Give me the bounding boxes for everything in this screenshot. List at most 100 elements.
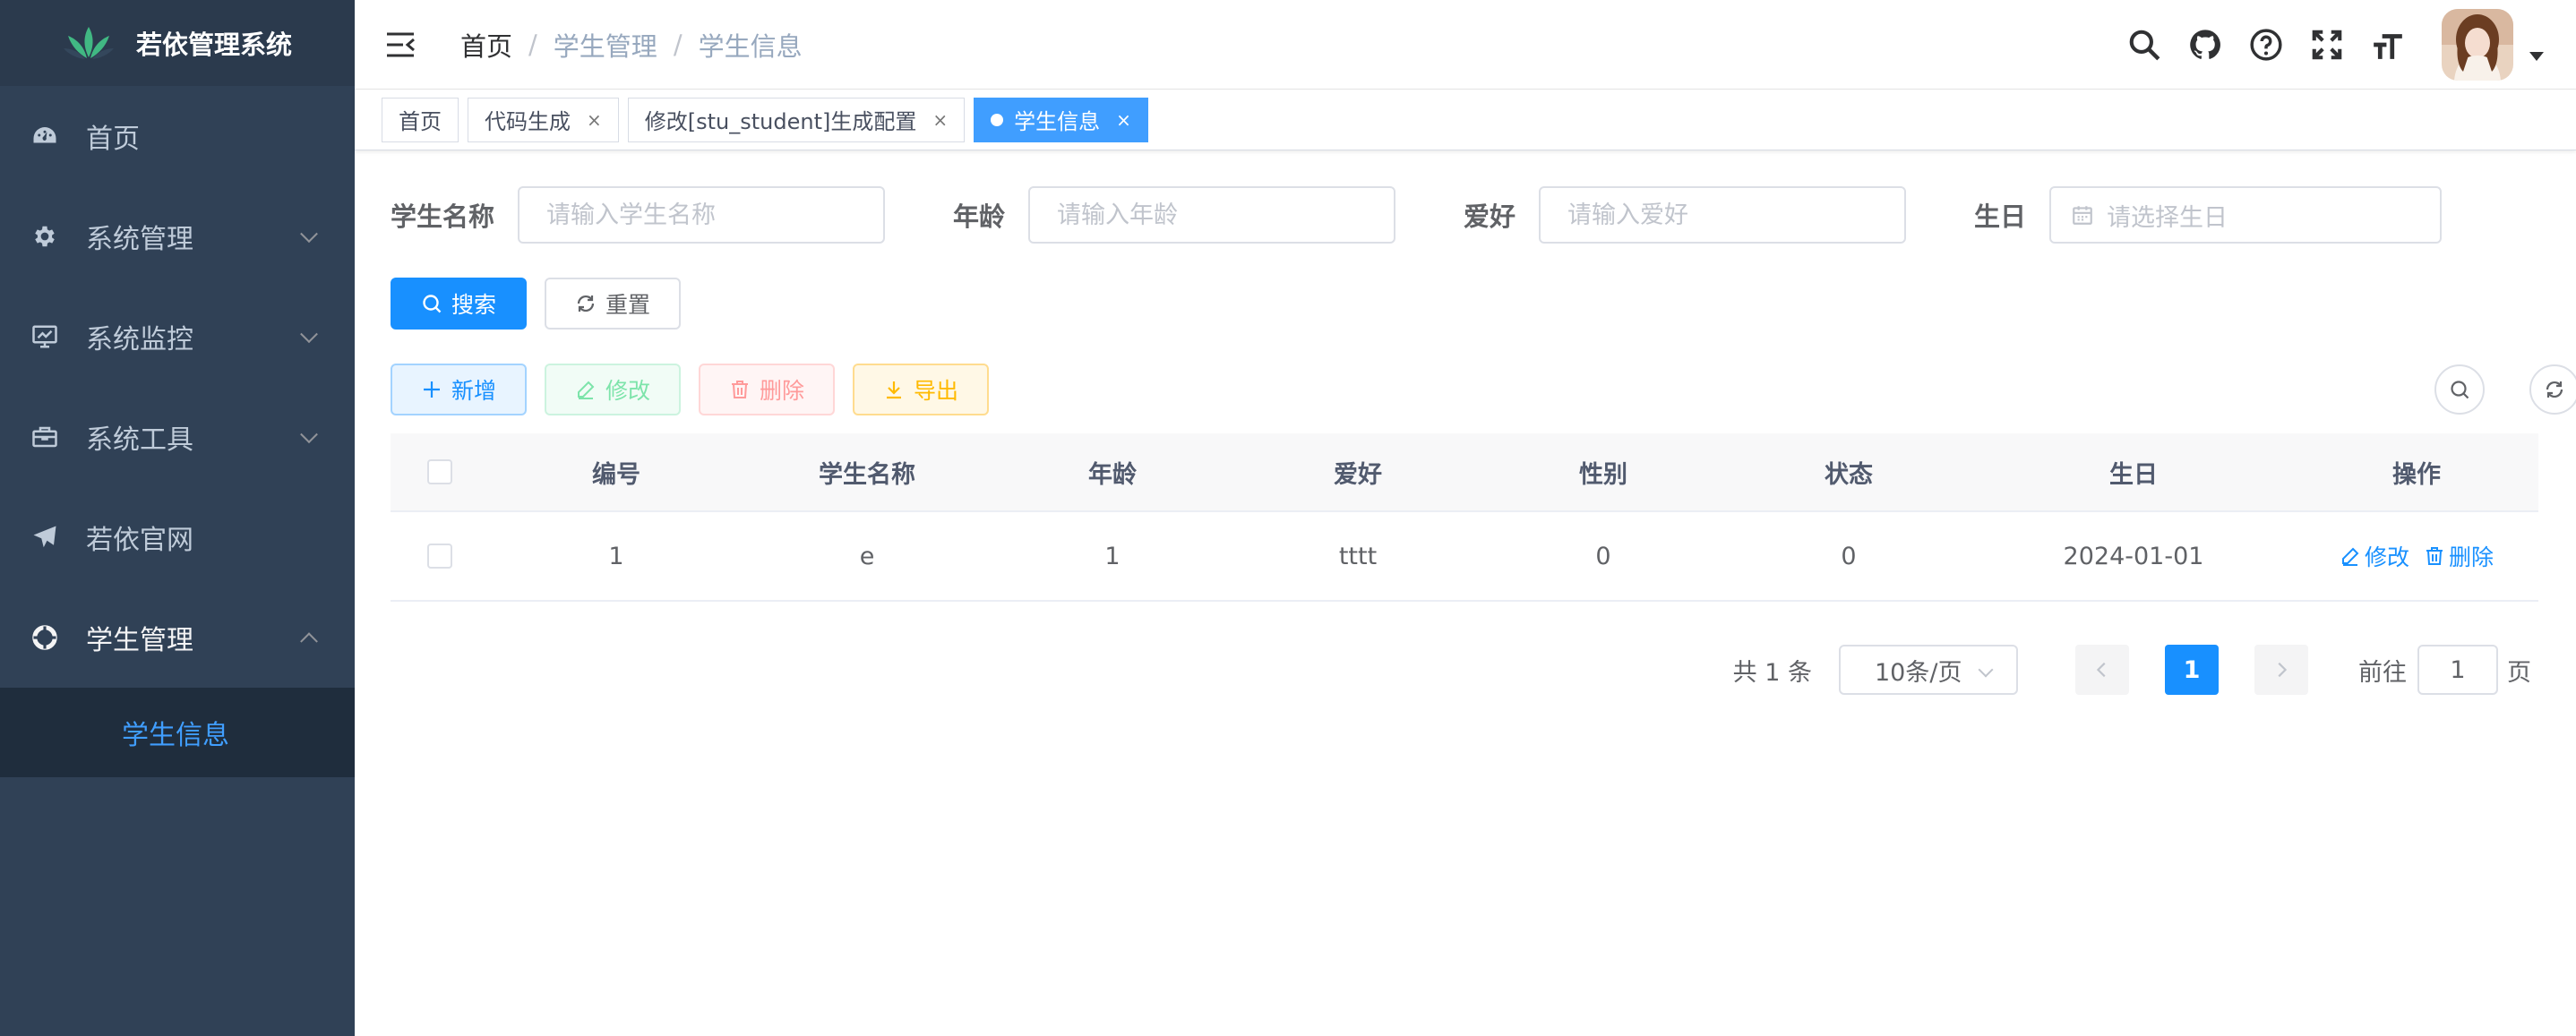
refresh-icon — [2546, 381, 2563, 398]
calendar-icon — [2073, 206, 2092, 225]
cell-birthday: 2024-01-01 — [2063, 542, 2204, 570]
breadcrumb-student-info: 学生信息 — [698, 30, 803, 62]
plus-icon — [424, 381, 440, 398]
age-input[interactable] — [1028, 186, 1396, 244]
edit-icon — [2341, 547, 2359, 566]
header-hobby: 爱好 — [1334, 460, 1382, 489]
tag-edit-gen-config[interactable]: 修改[stu_student]生成配置 × — [627, 97, 966, 142]
tag-home[interactable]: 首页 — [382, 97, 459, 142]
pagination-total: 共 1 条 — [1732, 658, 1812, 687]
sidebar-item-tools[interactable]: 系统工具 — [0, 387, 355, 487]
header-status: 状态 — [1825, 460, 1873, 489]
caret-down-icon[interactable] — [2529, 52, 2544, 61]
close-icon[interactable]: × — [1116, 109, 1131, 131]
delete-button[interactable]: 删除 — [699, 364, 836, 415]
header-age: 年龄 — [1088, 460, 1137, 489]
tag-label: 学生信息 — [1014, 109, 1101, 134]
sidebar-item-label: 若依官网 — [86, 525, 193, 556]
cell-age: 1 — [1104, 542, 1121, 570]
sidebar-item-website[interactable]: 若依官网 — [0, 487, 355, 587]
download-icon — [887, 381, 902, 399]
label-age: 年龄 — [953, 201, 1006, 232]
search-icon[interactable] — [2126, 27, 2162, 63]
row-select-cell — [391, 512, 489, 600]
goto-suffix: 页 — [2507, 658, 2531, 687]
hobby-input[interactable] — [1539, 186, 1907, 244]
sidebar-item-monitor[interactable]: 系统监控 — [0, 287, 355, 387]
chevron-right-icon — [2278, 662, 2288, 678]
submenu-students: 学生信息 — [0, 688, 355, 777]
close-icon[interactable]: × — [932, 109, 948, 131]
tags-view: 首页 代码生成 × 修改[stu_student]生成配置 × 学生信息 × — [355, 90, 2576, 150]
row-delete-label: 删除 — [2449, 544, 2494, 570]
row-edit-label: 修改 — [2364, 544, 2409, 570]
logo-icon — [63, 27, 114, 59]
row-delete-button[interactable]: 删除 — [2424, 540, 2494, 572]
refresh-table-button[interactable] — [2529, 364, 2576, 415]
add-button[interactable]: 新增 — [391, 364, 528, 415]
header-gender: 性别 — [1579, 460, 1627, 489]
page-number-current[interactable]: 1 — [2165, 645, 2219, 695]
reset-button-label: 重置 — [605, 292, 651, 318]
sidebar-item-system[interactable]: 系统管理 — [0, 186, 355, 287]
edit-icon — [578, 381, 595, 399]
row-checkbox[interactable] — [427, 544, 452, 569]
edit-button[interactable]: 修改 — [545, 364, 682, 415]
breadcrumb-home[interactable]: 首页 — [460, 26, 512, 64]
table-header: 编号 学生名称 年龄 爱好 性别 状态 生日 操作 — [391, 433, 2538, 512]
navbar-right — [2114, 0, 2576, 90]
fullscreen-icon[interactable] — [2309, 27, 2345, 63]
sidebar-item-student-info[interactable]: 学生信息 — [0, 688, 355, 777]
search-button[interactable]: 搜索 — [391, 278, 528, 330]
delete-button-label: 删除 — [760, 378, 805, 404]
page-jumper: 前往 页 — [2358, 645, 2531, 695]
tag-code-gen[interactable]: 代码生成 × — [468, 97, 619, 142]
avatar[interactable] — [2442, 9, 2513, 81]
goto-page-input[interactable] — [2417, 645, 2498, 695]
goto-prefix: 前往 — [2358, 658, 2407, 687]
tag-student-info[interactable]: 学生信息 × — [974, 97, 1148, 142]
active-dot-icon — [991, 113, 1004, 126]
header-birthday: 生日 — [2109, 460, 2158, 489]
trash-icon — [732, 381, 749, 398]
app-title: 若依管理系统 — [135, 30, 292, 60]
sidebar-item-students[interactable]: 学生管理 — [0, 587, 355, 688]
student-table: 编号 学生名称 年龄 爱好 性别 状态 生日 操作 1 e 1 tttt 0 0… — [391, 433, 2538, 602]
github-icon[interactable] — [2187, 27, 2223, 63]
monitor-icon — [30, 322, 59, 351]
reset-button[interactable]: 重置 — [545, 278, 682, 330]
page-size-select[interactable]: 10条/页 — [1839, 645, 2018, 695]
form-item-hobby: 爱好 — [1464, 186, 1907, 244]
student-name-input[interactable] — [518, 186, 886, 244]
table-row: 1 e 1 tttt 0 0 2024-01-01 修改 删除 — [391, 512, 2538, 602]
sidebar: 若依管理系统 首页 系统管理 系统监控 系统工具 若依官网 学生管理 学生信息 — [0, 0, 355, 1036]
next-page-button[interactable] — [2254, 645, 2308, 695]
hamburger-icon[interactable] — [385, 31, 416, 58]
toggle-search-button[interactable] — [2434, 364, 2485, 415]
main-content: 学生名称 年龄 爱好 生日 请选择生日 搜索 重置 — [355, 150, 2576, 1036]
font-size-icon[interactable] — [2370, 27, 2406, 63]
prev-page-button[interactable] — [2075, 645, 2129, 695]
birthday-placeholder: 请选择生日 — [2107, 203, 2228, 232]
help-icon[interactable] — [2248, 27, 2284, 63]
gear-icon — [30, 222, 59, 251]
birthday-date-picker[interactable]: 请选择生日 — [2049, 186, 2443, 244]
chevron-up-icon — [300, 632, 318, 651]
select-all-checkbox[interactable] — [427, 459, 452, 484]
form-item-name: 学生名称 — [391, 186, 886, 244]
logo[interactable]: 若依管理系统 — [0, 0, 355, 86]
cell-actions: 修改 删除 — [2295, 512, 2538, 600]
header-actions: 操作 — [2392, 460, 2441, 489]
cell-id: 1 — [608, 542, 624, 570]
search-form: 学生名称 年龄 爱好 生日 请选择生日 — [391, 186, 2540, 244]
tag-label: 首页 — [399, 109, 442, 134]
row-edit-button[interactable]: 修改 — [2340, 540, 2409, 572]
close-icon[interactable]: × — [587, 109, 602, 131]
chevron-down-icon — [300, 425, 318, 444]
breadcrumb-student-management: 学生管理 — [553, 30, 657, 62]
breadcrumb-separator: / — [673, 29, 683, 60]
add-button-label: 新增 — [451, 378, 497, 404]
export-button[interactable]: 导出 — [853, 364, 990, 415]
sidebar-item-home[interactable]: 首页 — [0, 86, 355, 186]
breadcrumb: 首页 / 学生管理 / 学生信息 — [460, 26, 803, 64]
